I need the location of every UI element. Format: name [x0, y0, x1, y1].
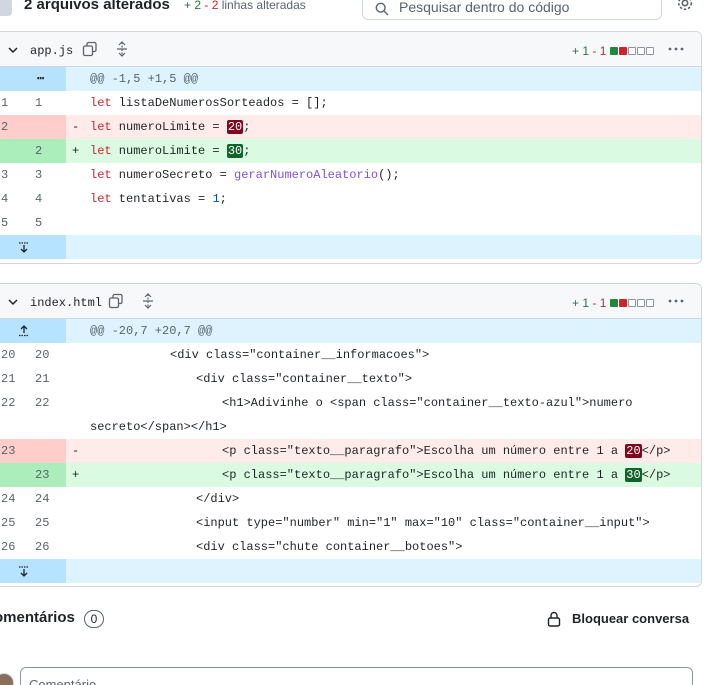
file-additions: + 1: [572, 296, 590, 310]
expand-up-button[interactable]: ⋯: [0, 67, 66, 91]
search-icon: [375, 2, 389, 16]
expand-up-icon: [19, 325, 29, 337]
code-line: 24 24 </div>: [1, 492, 240, 506]
file-header: app.js + 1 - 1: [0, 32, 701, 67]
avatar: [0, 673, 14, 685]
chevron-down-icon[interactable]: [7, 297, 19, 307]
lock-icon[interactable]: [547, 611, 561, 627]
file-deletions: - 1: [592, 296, 607, 310]
code-line: 3 3 let numeroSecreto = gerarNumeroAleat…: [1, 168, 400, 182]
code-line: 25 25 <input type="number" min="1" max="…: [1, 516, 650, 530]
code-line: 22 22 <h1>Adivinhe o <span class="contai…: [1, 396, 633, 410]
code-line: 20 20 <div class="container__informacoes…: [1, 348, 430, 362]
kebab-menu-icon[interactable]: [667, 293, 685, 309]
file-name[interactable]: index.html: [30, 296, 102, 310]
comments-title: omentários: [0, 609, 75, 626]
added-line: 23 + <p class="texto__paragrafo">Escolha…: [0, 463, 701, 487]
file-name[interactable]: app.js: [30, 44, 73, 58]
diff-file-index-html: index.html + 1 - 1 @@ -20,7 +20,7 @@ 20 …: [0, 283, 702, 587]
code-line: 1 1 let listaDeNumerosSorteados = [];: [1, 96, 328, 110]
diffstat-bar: [610, 299, 655, 307]
expand-down-icon: [19, 566, 29, 577]
deleted-line: 2 - let numeroLimite = 20;: [0, 115, 701, 139]
code-line: 21 21 <div class="container__texto">: [1, 372, 413, 386]
lines-changed-label: linhas alteradas: [221, 0, 306, 12]
files-changed-title: 2 arquivos alterados: [24, 0, 170, 13]
lock-conversation-button[interactable]: Bloquear conversa: [572, 611, 689, 626]
expand-all-icon[interactable]: [114, 41, 130, 57]
hunk-header: @@ -20,7 +20,7 @@: [0, 319, 701, 343]
expand-bottom-row: [0, 235, 701, 259]
file-change-counts: + 1 - 1: [572, 44, 606, 58]
expand-all-icon[interactable]: [140, 293, 156, 309]
hunk-header: ⋯ @@ -1,5 +1,5 @@: [0, 67, 701, 91]
diffstat-bar: [610, 47, 655, 55]
expand-down-button[interactable]: [0, 235, 66, 259]
expand-down-button[interactable]: [0, 559, 66, 583]
file-change-counts: + 1 - 1: [572, 296, 606, 310]
copy-icon[interactable]: [82, 41, 98, 57]
code-search-box[interactable]: [362, 0, 662, 20]
diff-file-app-js: app.js + 1 - 1 ⋯ @@ -1,5 +1,5 @@ 1 1 let…: [0, 31, 702, 264]
comment-input[interactable]: [29, 677, 629, 685]
hunk-range: @@ -20,7 +20,7 @@: [90, 324, 213, 338]
deleted-line: 23 - <p class="texto__paragrafo">Escolha…: [0, 439, 701, 463]
lines-changed-stats: + 2 - 2 linhas alteradas: [184, 0, 306, 12]
code-line: 26 26 <div class="chute container__botoe…: [1, 540, 463, 554]
total-additions: + 2: [184, 0, 202, 12]
comments-section: omentários 0 Bloquear conversa: [0, 607, 728, 633]
total-deletions: - 2: [204, 0, 219, 12]
expand-dots-icon: ⋯: [37, 72, 45, 86]
code-line: 5 5: [1, 216, 43, 230]
code-search-input[interactable]: [399, 0, 649, 15]
expand-down-icon: [19, 242, 29, 253]
expand-bottom-row: [0, 559, 701, 583]
expand-up-button[interactable]: [0, 319, 66, 343]
file-tree-toggle-icon[interactable]: [0, 0, 12, 16]
file-additions: + 1: [572, 44, 590, 58]
copy-icon[interactable]: [108, 293, 124, 309]
file-header: index.html + 1 - 1: [0, 284, 701, 319]
added-line: 2 + let numeroLimite = 30;: [0, 139, 701, 163]
new-comment-box[interactable]: [20, 667, 693, 685]
settings-gear-icon[interactable]: [676, 0, 694, 12]
file-deletions: - 1: [592, 44, 607, 58]
kebab-menu-icon[interactable]: [667, 41, 685, 57]
code-line: 4 4 let tentativas = 1;: [1, 192, 227, 206]
comments-count-badge: 0: [84, 610, 104, 628]
code-line-wrap: secreto</span></h1>: [90, 420, 227, 434]
hunk-range: @@ -1,5 +1,5 @@: [90, 72, 199, 86]
files-changed-header: 2 arquivos alterados + 2 - 2 linhas alte…: [0, 0, 728, 20]
chevron-down-icon[interactable]: [7, 45, 19, 55]
